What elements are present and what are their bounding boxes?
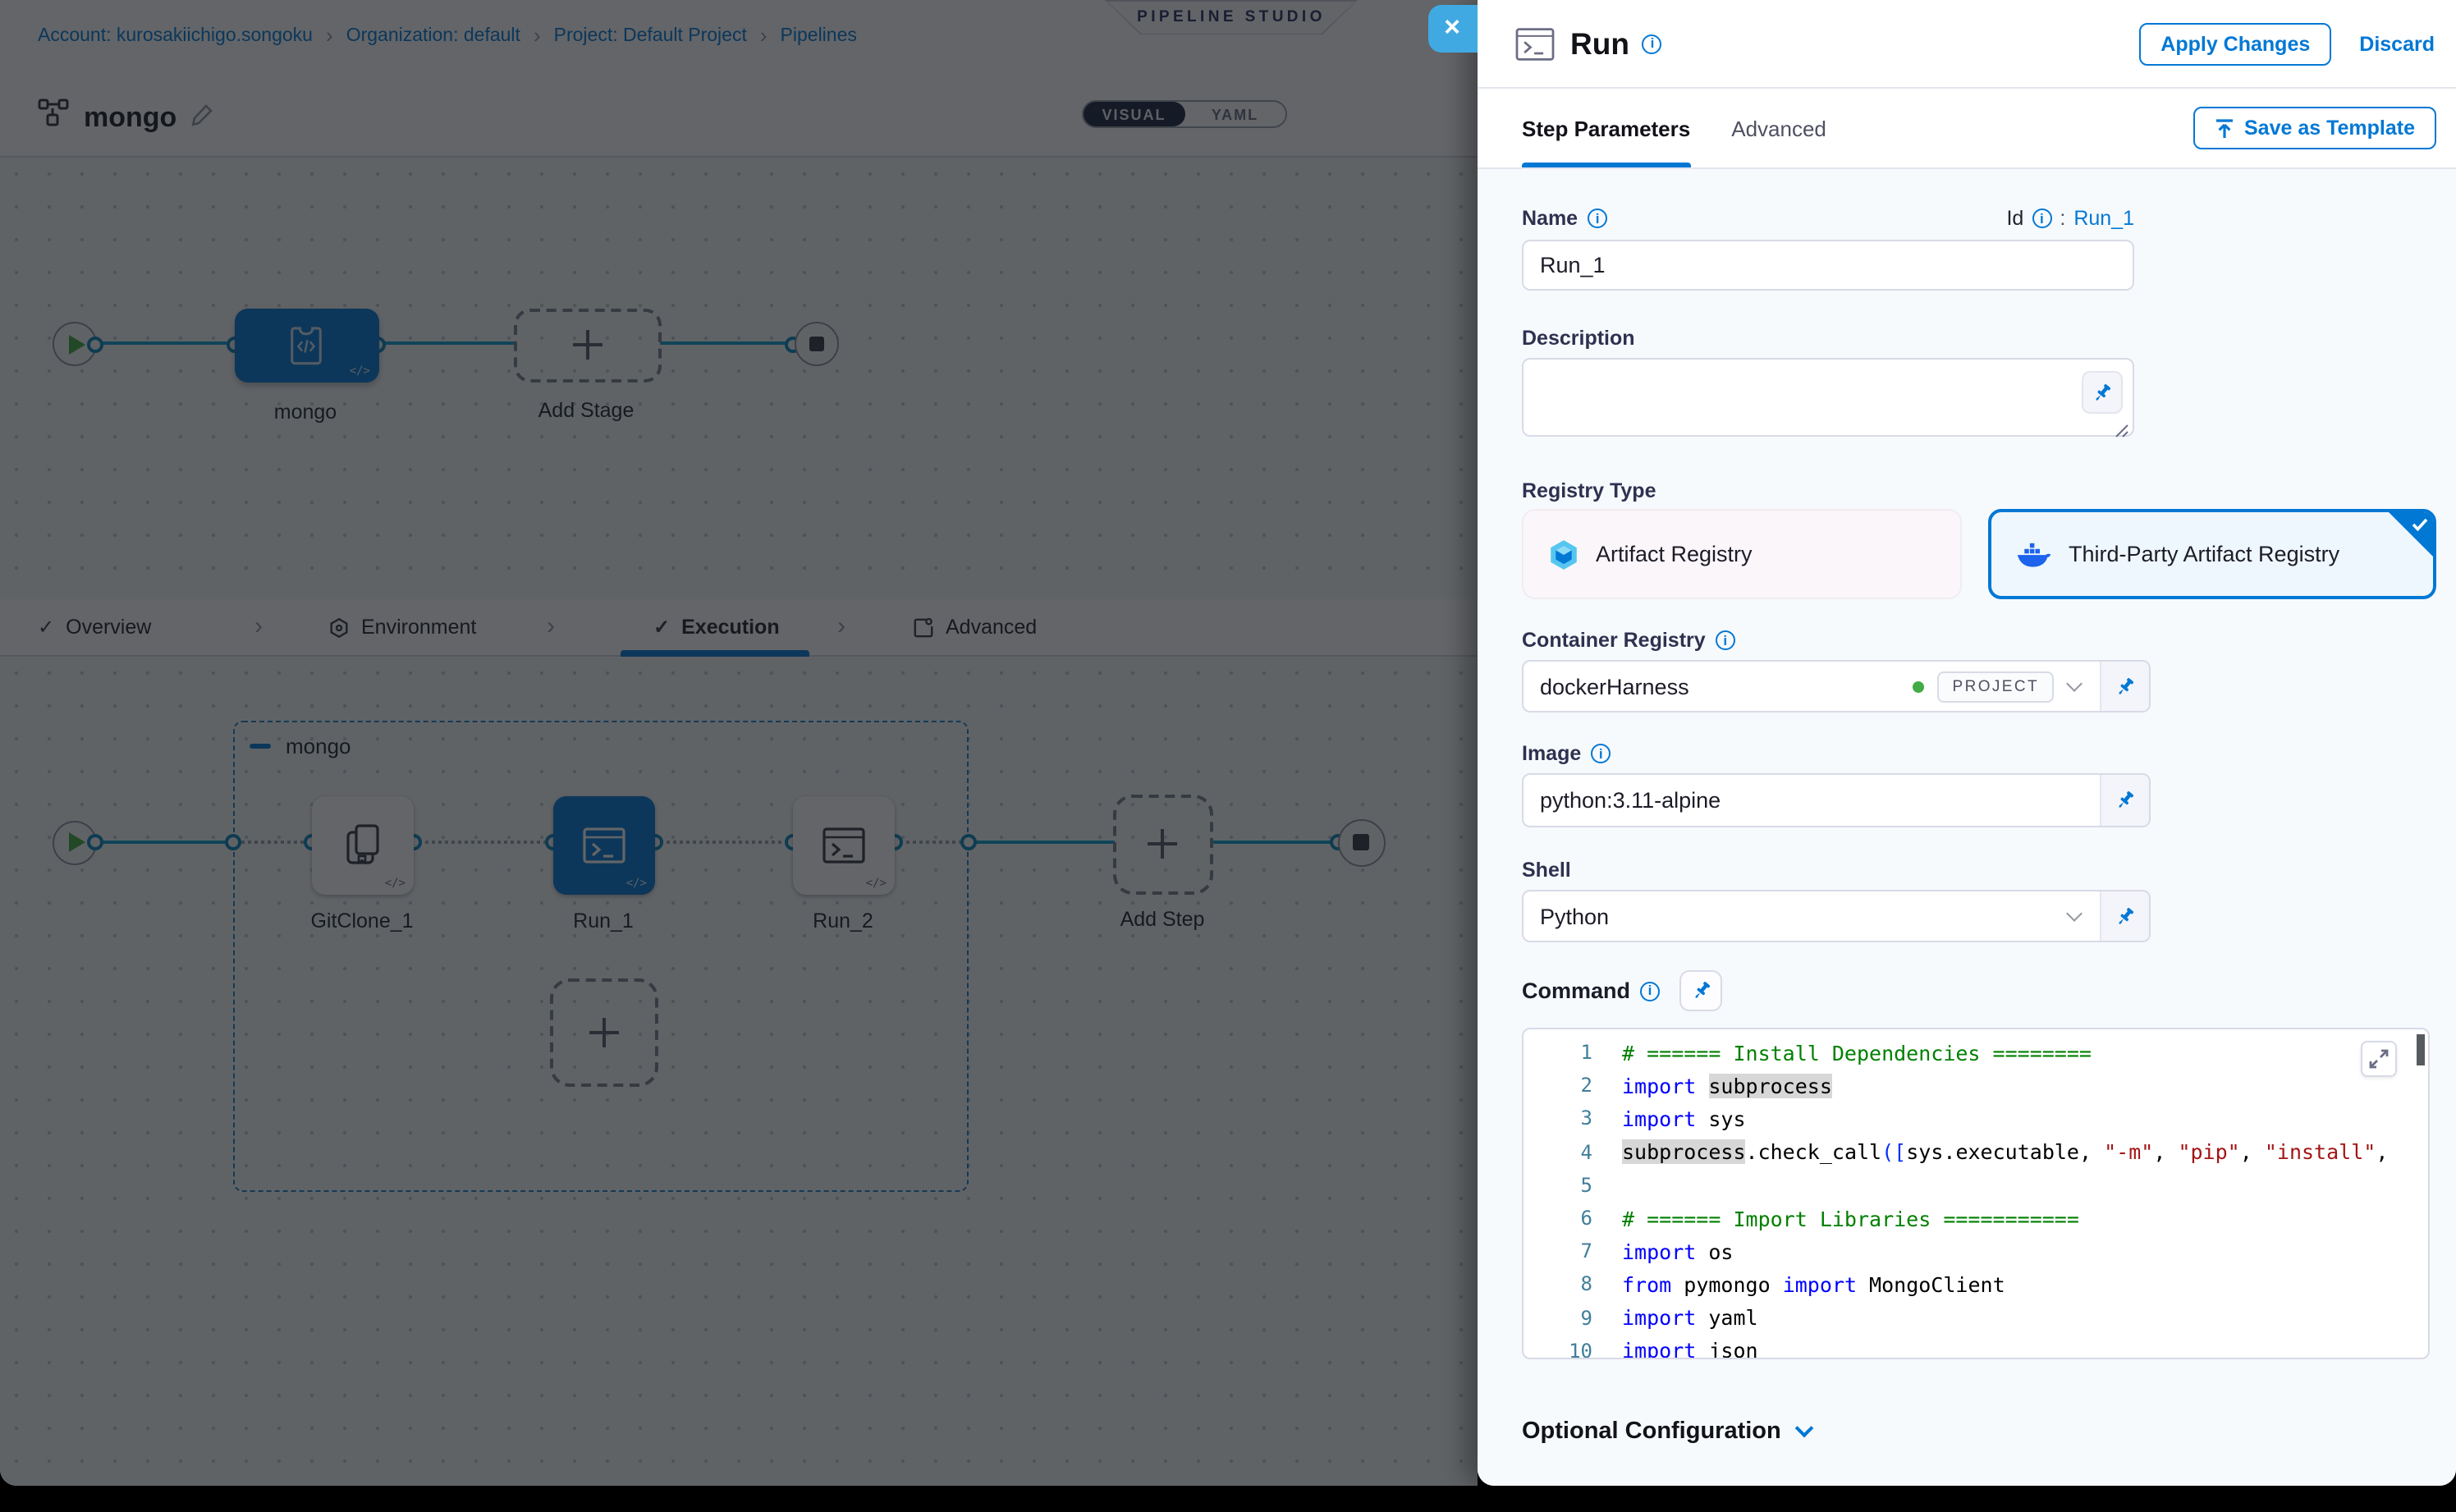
description-textarea[interactable] [1522,358,2134,437]
container-registry-label: Container Registry [1522,629,2456,652]
fullscreen-icon [2369,1049,2389,1069]
container-registry-value: dockerHarness [1524,674,1913,699]
tab-advanced-drawer[interactable]: Advanced [1731,89,1826,167]
canvas-dim-overlay [0,0,1477,1486]
pin-button[interactable] [2100,891,2149,941]
pushpin-icon [2092,382,2113,403]
step-parameters-panel: Name Id : Run_1 Description [1477,169,2456,1486]
code-line: 9import yaml [1524,1301,2428,1334]
step-config-drawer: × Run Apply Changes Discard Step Paramet… [1477,0,2456,1486]
discard-button[interactable]: Discard [2359,32,2435,55]
info-icon[interactable] [1643,34,1662,53]
upload-icon [2215,117,2234,139]
pin-button[interactable] [2100,662,2149,711]
info-icon[interactable] [1591,744,1611,763]
info-icon[interactable] [2032,208,2051,228]
selected-check-corner [2389,512,2433,557]
close-drawer-button[interactable]: × [1427,4,1477,52]
check-icon [2412,517,2428,532]
code-line: 3import sys [1524,1102,2428,1135]
container-registry-field[interactable]: dockerHarness PROJECT [1522,660,2151,712]
code-line: 4subprocess.check_call([sys.executable, … [1524,1135,2428,1168]
optional-configuration-label: Optional Configuration [1522,1418,1781,1445]
step-id: Id : Run_1 [2006,207,2134,230]
info-icon[interactable] [1640,981,1660,1001]
image-label: Image [1522,742,2456,765]
drawer-title: Run [1570,25,1629,62]
resize-handle[interactable] [2115,424,2129,438]
code-line: 1# ====== Install Dependencies ======== [1524,1036,2428,1069]
pushpin-icon [1690,980,1711,1001]
image-field[interactable]: python:3.11-alpine [1522,773,2151,827]
image-value: python:3.11-alpine [1524,788,2100,813]
step-id-value[interactable]: Run_1 [2073,207,2134,230]
pushpin-icon [2115,790,2136,811]
app-root: Account: kurosakiichigo.songoku› Organiz… [0,0,2456,1512]
description-label: Description [1522,327,2456,350]
expand-editor-button[interactable] [2361,1041,2397,1077]
apply-changes-button[interactable]: Apply Changes [2139,22,2331,65]
info-icon[interactable] [1716,630,1735,650]
code-lines: 1# ====== Install Dependencies ========2… [1524,1036,2428,1359]
code-line: 7import os [1524,1235,2428,1267]
pushpin-icon [2115,905,2136,927]
name-input[interactable] [1522,240,2134,291]
registry-type-label: Registry Type [1522,479,2456,502]
code-line: 2import subprocess [1524,1069,2428,1102]
save-as-template-button[interactable]: Save as Template [2193,107,2436,149]
code-line: 8from pymongo import MongoClient [1524,1268,2428,1301]
drawer-header: Run Apply Changes Discard [1477,0,2456,89]
name-label-row: Name [1522,207,1607,230]
pin-button[interactable] [2100,775,2149,826]
shell-label: Shell [1522,859,2456,882]
info-icon[interactable] [1588,208,1607,228]
tab-step-parameters[interactable]: Step Parameters [1522,89,1690,167]
shell-select[interactable]: Python [1522,890,2151,942]
code-line: 10import json [1524,1334,2428,1359]
optional-configuration-toggle[interactable]: Optional Configuration [1522,1418,2456,1445]
editor-scrollbar-thumb[interactable] [2417,1034,2425,1065]
name-label: Name [1522,207,1578,230]
pin-button[interactable] [1679,970,1722,1011]
pushpin-icon [2115,676,2136,697]
pin-button[interactable] [2082,371,2123,414]
chevron-down-icon [1794,1419,1813,1438]
drawer-tab-bar: Step Parameters Advanced Save as Templat… [1477,89,2456,169]
shell-value: Python [1524,904,2069,928]
registry-option-third-party[interactable]: Third-Party Artifact Registry [1988,509,2436,599]
chevron-down-icon[interactable] [2066,676,2083,692]
artifact-registry-icon [1548,538,1579,570]
chevron-down-icon[interactable] [2066,905,2083,922]
command-code-editor[interactable]: 1# ====== Install Dependencies ========2… [1522,1028,2430,1359]
docker-icon [2016,540,2052,568]
connectivity-dot [1913,680,1925,692]
code-line: 5 [1524,1169,2428,1202]
run-step-icon [1513,25,1556,62]
registry-option-artifact[interactable]: Artifact Registry [1522,509,1962,599]
code-line: 6# ====== Import Libraries =========== [1524,1202,2428,1235]
command-label: Command [1522,978,1660,1003]
scope-badge: PROJECT [1938,671,2055,702]
